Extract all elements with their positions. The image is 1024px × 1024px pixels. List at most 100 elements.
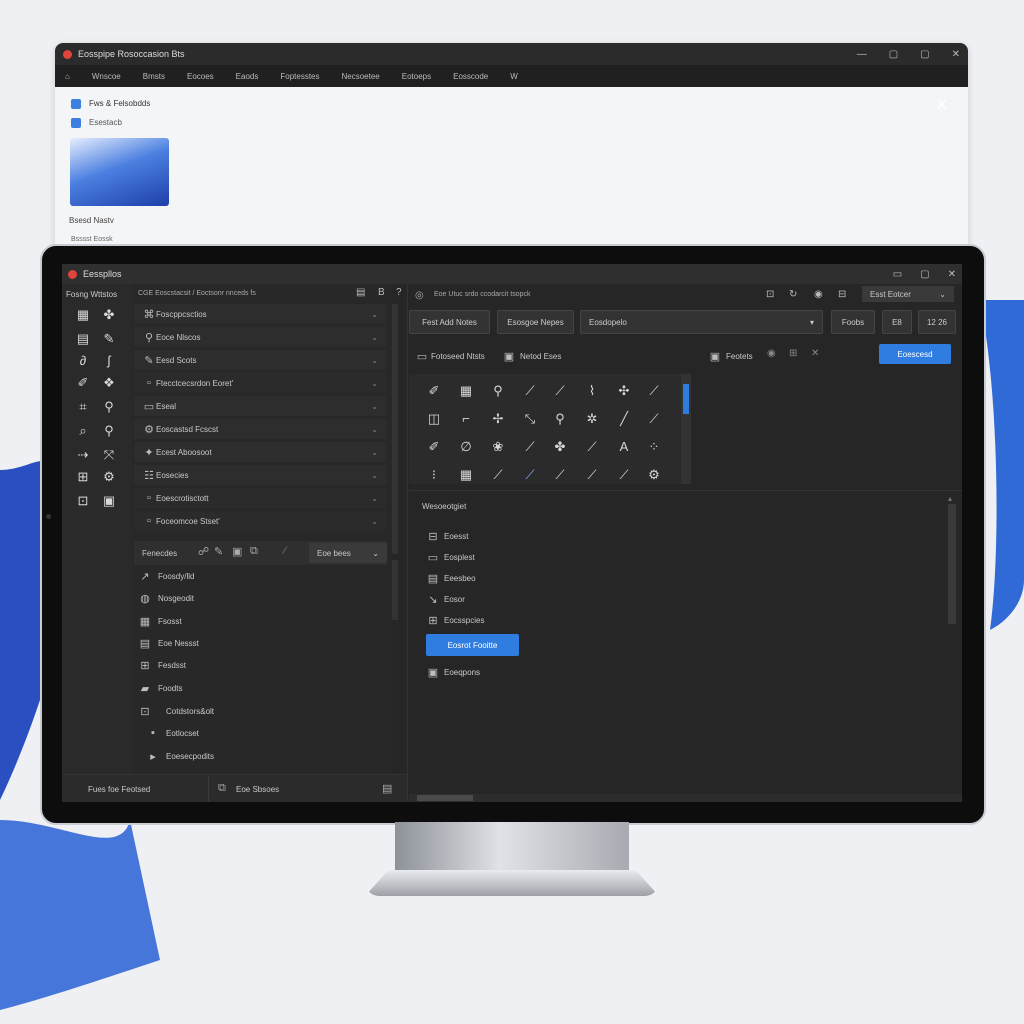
grid-icon[interactable]: ▦ [455, 464, 477, 486]
lasso-icon[interactable]: ∂ [72, 350, 94, 372]
section-item[interactable]: ▤ Eeesbeo [426, 572, 476, 585]
properties-scrollbar[interactable] [392, 560, 398, 620]
blade-icon[interactable]: ⟋ [643, 408, 665, 430]
tree-item[interactable]: ✦ Ecest Aboosoot ⌄ [134, 442, 386, 462]
frame-icon[interactable]: ⊡ [766, 289, 774, 300]
maximize-icon[interactable]: ▢ [920, 49, 929, 60]
marker-icon[interactable]: ⁝ [423, 464, 445, 486]
brush-icon[interactable]: ⟋ [487, 464, 509, 486]
text-icon[interactable]: ⊞ [72, 466, 94, 488]
lasso-icon[interactable]: ⌇ [581, 380, 603, 402]
stamp-icon[interactable]: ✢ [487, 408, 509, 430]
tree-item[interactable]: ▭ Eseal ⌄ [134, 396, 386, 416]
close-icon[interactable]: ✕ [952, 49, 960, 60]
move-icon[interactable]: ⇢ [72, 444, 94, 466]
menu-item[interactable]: Bmsts [143, 72, 165, 81]
knife-icon[interactable]: ⟋ [613, 464, 635, 486]
speech-icon[interactable]: ❖ [98, 372, 120, 394]
more-icon[interactable]: ? [396, 287, 402, 298]
hint-icon[interactable]: ⁄ [284, 545, 286, 557]
close-icon[interactable]: ✕ [948, 269, 956, 280]
property-item[interactable]: ⊡ Cotdstors&olt [138, 705, 214, 718]
property-item[interactable]: ⊞ Fesdsst [138, 659, 186, 672]
tree-item[interactable]: ▫ Foceomcoe Stset' ⌄ [134, 511, 386, 531]
section-item[interactable]: ⊟ Eoesst [426, 530, 468, 543]
search-icon[interactable]: ⌕ [72, 420, 94, 442]
menu-item[interactable]: Wnscoe [92, 72, 121, 81]
square-icon[interactable]: ◫ [423, 408, 445, 430]
tree-scrollbar[interactable] [392, 304, 398, 554]
line-icon[interactable]: ⟋ [643, 380, 665, 402]
minimize-icon[interactable]: ▭ [893, 269, 902, 280]
measure-icon[interactable]: ⟋ [581, 464, 603, 486]
crop-icon[interactable]: ⌗ [72, 396, 94, 418]
section-scrollbar[interactable] [948, 504, 956, 624]
link-icon[interactable]: ☍ [198, 545, 209, 558]
bg-panel-item[interactable]: Fws & Felsobdds [71, 99, 150, 109]
eraser-icon[interactable]: ✐ [423, 436, 445, 458]
transform-icon[interactable]: ⤡ [519, 408, 541, 430]
smudge-icon[interactable]: ✤ [549, 436, 571, 458]
link-icon[interactable]: ∅ [455, 436, 477, 458]
section-item[interactable]: ▭ Eosplest [426, 551, 475, 564]
primary-button[interactable]: Eoescesd [879, 344, 951, 364]
property-item[interactable]: ↗ Foosdy/lld [138, 570, 194, 583]
line-icon[interactable]: ╱ [613, 408, 635, 430]
toolbar-dropdown[interactable]: Esst Eotcer ⌄ [862, 286, 954, 302]
menu-item[interactable]: Eocoes [187, 72, 214, 81]
bg-panel-item[interactable]: Esestacb [71, 118, 122, 128]
grid-icon[interactable]: ▦ [72, 304, 94, 326]
tree-item[interactable]: ☷ Eosecies ⌄ [134, 465, 386, 485]
pencil-icon[interactable]: ✐ [72, 372, 94, 394]
panel-menu-icon[interactable]: ▤ [382, 782, 392, 795]
stage-button[interactable]: Esosgoe Nepes [497, 310, 574, 334]
gear-icon[interactable]: ⚙ [643, 464, 665, 486]
search-icon[interactable]: ⚲ [549, 408, 571, 430]
close-icon[interactable]: ✕ [935, 95, 948, 115]
zoom-button[interactable]: 12 26 [918, 310, 956, 334]
property-item[interactable]: ▦ Fsosst [138, 615, 182, 628]
property-item[interactable]: ▰ Foodts [138, 682, 183, 695]
tree-item[interactable]: ▫ Ftecctcecsrdon Eoret' ⌄ [134, 373, 386, 393]
select-field[interactable]: Eosdopelo ▾ [580, 310, 823, 334]
refresh-icon[interactable]: ↻ [789, 289, 797, 300]
home-icon[interactable]: ⌂ [65, 72, 70, 81]
property-item[interactable]: ◍ Nosgeodit [138, 592, 194, 605]
menu-item[interactable]: Eaods [236, 72, 259, 81]
tree-item[interactable]: ✎ Eesd Scots ⌄ [134, 350, 386, 370]
layers-icon[interactable]: ⧉ [218, 782, 226, 795]
tree-item[interactable]: ⚲ Eoce Nlscos ⌄ [134, 327, 386, 347]
stamp-icon[interactable]: ✤ [98, 304, 120, 326]
thumbnail-image[interactable] [70, 138, 169, 206]
copy-icon[interactable]: ⧉ [250, 545, 258, 558]
horizontal-scrollbar[interactable] [409, 794, 962, 802]
layers-icon[interactable]: ▤ [72, 328, 94, 350]
e8-button[interactable]: E8 [882, 310, 912, 334]
pencil-icon[interactable]: ✐ [423, 380, 445, 402]
pen-icon[interactable]: ✎ [98, 328, 120, 350]
menu-item[interactable]: Eosscode [453, 72, 488, 81]
tool-grid-scrollbar[interactable] [681, 374, 691, 484]
scroll-thumb[interactable] [683, 384, 689, 414]
pen-icon[interactable]: ⟋ [519, 464, 541, 486]
section-item[interactable]: ⊞ Eocsspcies [426, 614, 484, 627]
bold-icon[interactable]: B [378, 287, 385, 298]
move-icon[interactable]: ✣ [613, 380, 635, 402]
sharpen-icon[interactable]: ⟋ [519, 436, 541, 458]
menu-item[interactable]: Foptesstes [280, 72, 319, 81]
frame-icon[interactable]: ▣ [98, 490, 120, 512]
target-icon[interactable]: ◎ [415, 290, 424, 301]
spark-icon[interactable]: ✲ [581, 408, 603, 430]
heal-icon[interactable]: ❀ [487, 436, 509, 458]
sub-tab-right[interactable]: ▣ Feotets [708, 350, 753, 363]
collapse-icon[interactable]: ▴ [948, 494, 952, 503]
needle-icon[interactable]: ⟋ [549, 464, 571, 486]
restore-icon[interactable]: ▢ [889, 49, 898, 60]
fooks-button[interactable]: Foobs [831, 310, 875, 334]
maximize-icon[interactable]: ▢ [920, 269, 929, 280]
pen-icon[interactable]: ✎ [214, 545, 223, 558]
brush-icon[interactable]: ⚲ [487, 380, 509, 402]
section-action-button[interactable]: Eosrot Fooitte [426, 634, 519, 656]
fast-add-notes-button[interactable]: Fest Add Notes [409, 310, 490, 334]
dodge-icon[interactable]: ⟋ [581, 436, 603, 458]
